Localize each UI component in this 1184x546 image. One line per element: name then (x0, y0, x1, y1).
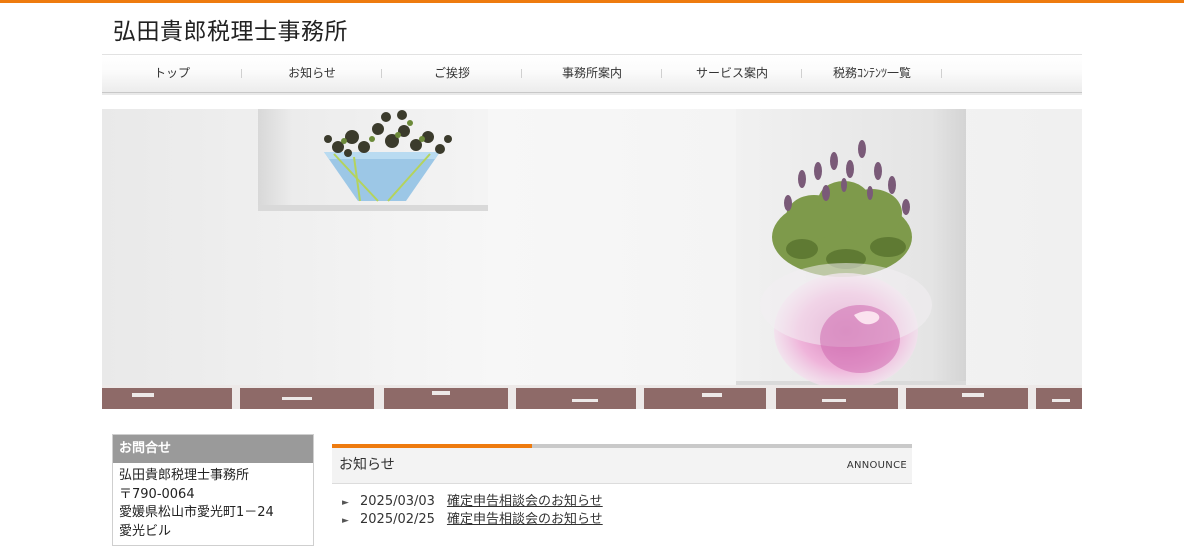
news-date: 2025/03/03 (360, 494, 435, 509)
news-item: ► 2025/02/25 確定申告相談会のお知らせ (342, 511, 912, 529)
nav-item-services[interactable]: サービス案内 (662, 55, 802, 92)
news-list: ► 2025/03/03 確定申告相談会のお知らせ ► 2025/02/25 確定申告相… (342, 493, 912, 529)
nav-item-tax-contents[interactable]: 税務ｺﾝﾃﾝﾂ一覧 (802, 55, 942, 92)
contact-box: お問合せ 弘田貴郎税理士事務所 〒790-0064 愛媛県松山市愛光町1－24 … (112, 434, 314, 546)
bullet-arrow-icon: ► (342, 498, 349, 508)
top-accent-bar (0, 0, 1184, 3)
nav-item-greeting[interactable]: ご挨拶 (382, 55, 522, 92)
bullet-arrow-icon: ► (342, 516, 349, 526)
nav-item-top[interactable]: トップ (102, 55, 242, 92)
contact-details: 弘田貴郎税理士事務所 〒790-0064 愛媛県松山市愛光町1－24 愛光ビル (113, 463, 313, 545)
nav-item-office[interactable]: 事務所案内 (522, 55, 662, 92)
contact-address: 愛媛県松山市愛光町1－24 (119, 505, 274, 520)
news-item: ► 2025/03/03 確定申告相談会のお知らせ (342, 493, 912, 511)
news-date: 2025/02/25 (360, 512, 435, 527)
news-link[interactable]: 確定申告相談会のお知らせ (447, 512, 603, 527)
contact-postal-code: 〒790-0064 (119, 486, 195, 502)
news-title: お知らせ (339, 457, 395, 473)
news-subtitle: ANNOUNCE (846, 460, 907, 471)
site-title[interactable]: 弘田貴郎税理士事務所 (113, 15, 348, 49)
news-header: お知らせ ANNOUNCE (332, 448, 912, 484)
hero-image (102, 109, 1082, 409)
global-nav: トップ お知らせ ご挨拶 事務所案内 サービス案内 税務ｺﾝﾃﾝﾂ一覧 (102, 55, 1082, 93)
contact-office-name: 弘田貴郎税理士事務所 (119, 468, 250, 483)
contact-heading: お問合せ (113, 435, 313, 463)
contact-building: 愛光ビル (119, 523, 172, 539)
nav-item-news[interactable]: お知らせ (242, 55, 382, 92)
news-link[interactable]: 確定申告相談会のお知らせ (447, 494, 603, 509)
